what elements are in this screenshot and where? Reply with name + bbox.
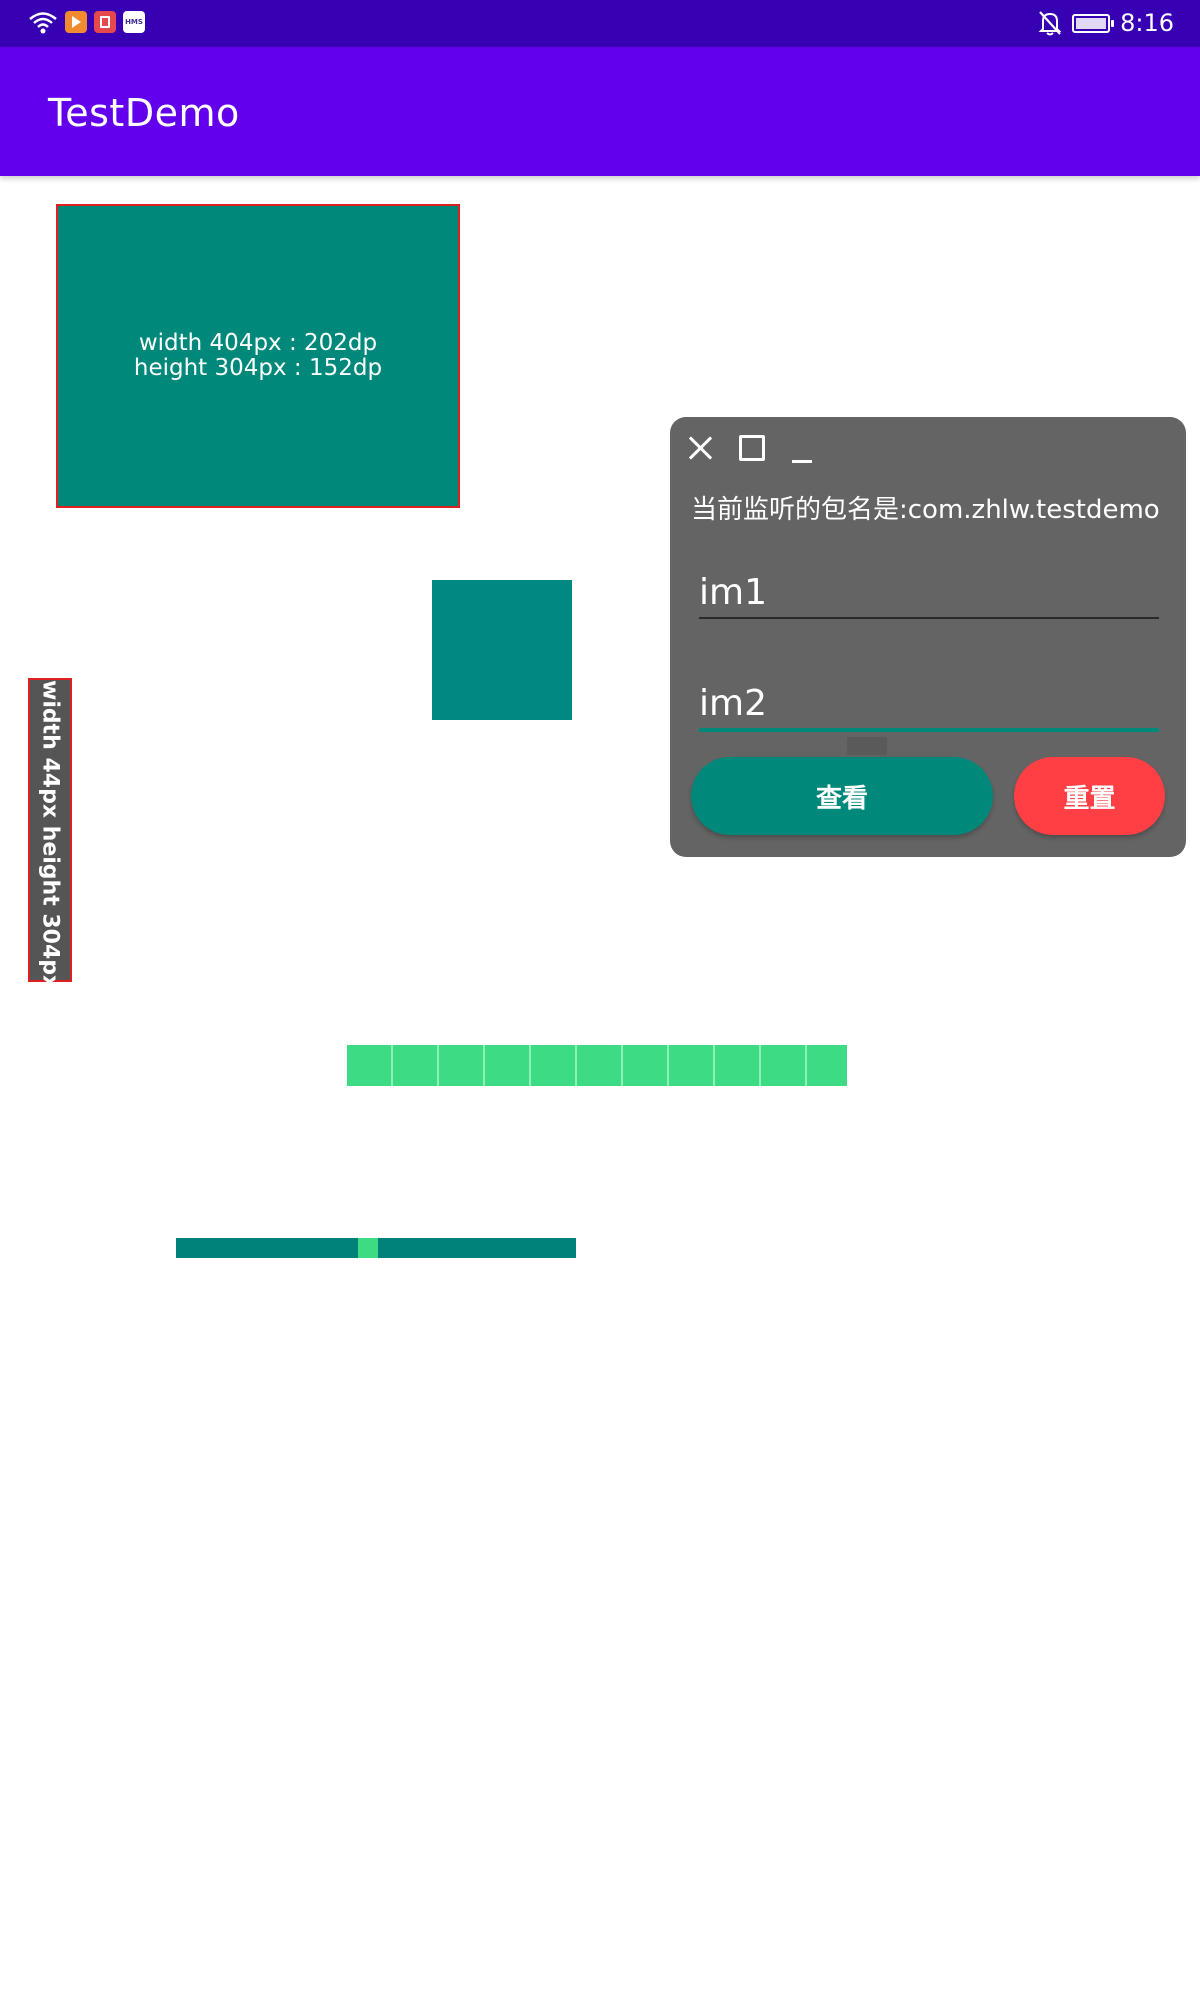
status-bar-right: 8:16	[1038, 8, 1174, 38]
minimize-icon[interactable]	[788, 433, 818, 463]
view-button[interactable]: 查看	[691, 757, 993, 835]
text-cursor-handle[interactable]	[847, 737, 887, 755]
app-title: TestDemo	[48, 91, 240, 135]
dimension-height-text: height 304px : 152dp	[133, 355, 383, 381]
wifi-icon	[29, 12, 57, 34]
battery-charging-icon	[1072, 13, 1115, 33]
dimension-box: width 404px : 202dp height 304px : 152dp	[56, 204, 460, 508]
action-bar: TestDemo	[0, 47, 1200, 176]
reset-button[interactable]: 重置	[1014, 757, 1165, 835]
input-2-underline	[699, 728, 1159, 732]
screen: HMS 8:16 TestDemo width 404px : 202dp he…	[0, 0, 1200, 2000]
floating-window: 当前监听的包名是:com.zhlw.testdemo 查看 重置	[670, 417, 1186, 857]
book-app-icon	[94, 11, 116, 33]
bell-off-icon	[1038, 11, 1062, 36]
video-app-icon	[65, 11, 87, 33]
status-bar-left: HMS	[28, 10, 145, 34]
input-1-underline	[699, 617, 1159, 619]
vertical-dimension-label: width 44px height 304px	[37, 680, 63, 990]
vertical-dimension-box: width 44px height 304px	[28, 678, 72, 990]
dimension-width-text: width 404px : 202dp	[138, 330, 378, 356]
status-bar: HMS 8:16	[0, 0, 1200, 47]
maximize-icon[interactable]	[737, 433, 767, 463]
status-time: 8:16	[1120, 9, 1174, 37]
teal-square	[432, 580, 572, 720]
package-name-label: 当前监听的包名是:com.zhlw.testdemo	[691, 495, 1160, 525]
seekbar-thumb[interactable]	[358, 1238, 379, 1258]
green-bar	[347, 1045, 847, 1086]
close-icon[interactable]	[686, 433, 716, 463]
package-input-1[interactable]	[699, 564, 1159, 620]
hms-app-icon: HMS	[123, 11, 145, 33]
package-input-2[interactable]	[699, 675, 1159, 731]
